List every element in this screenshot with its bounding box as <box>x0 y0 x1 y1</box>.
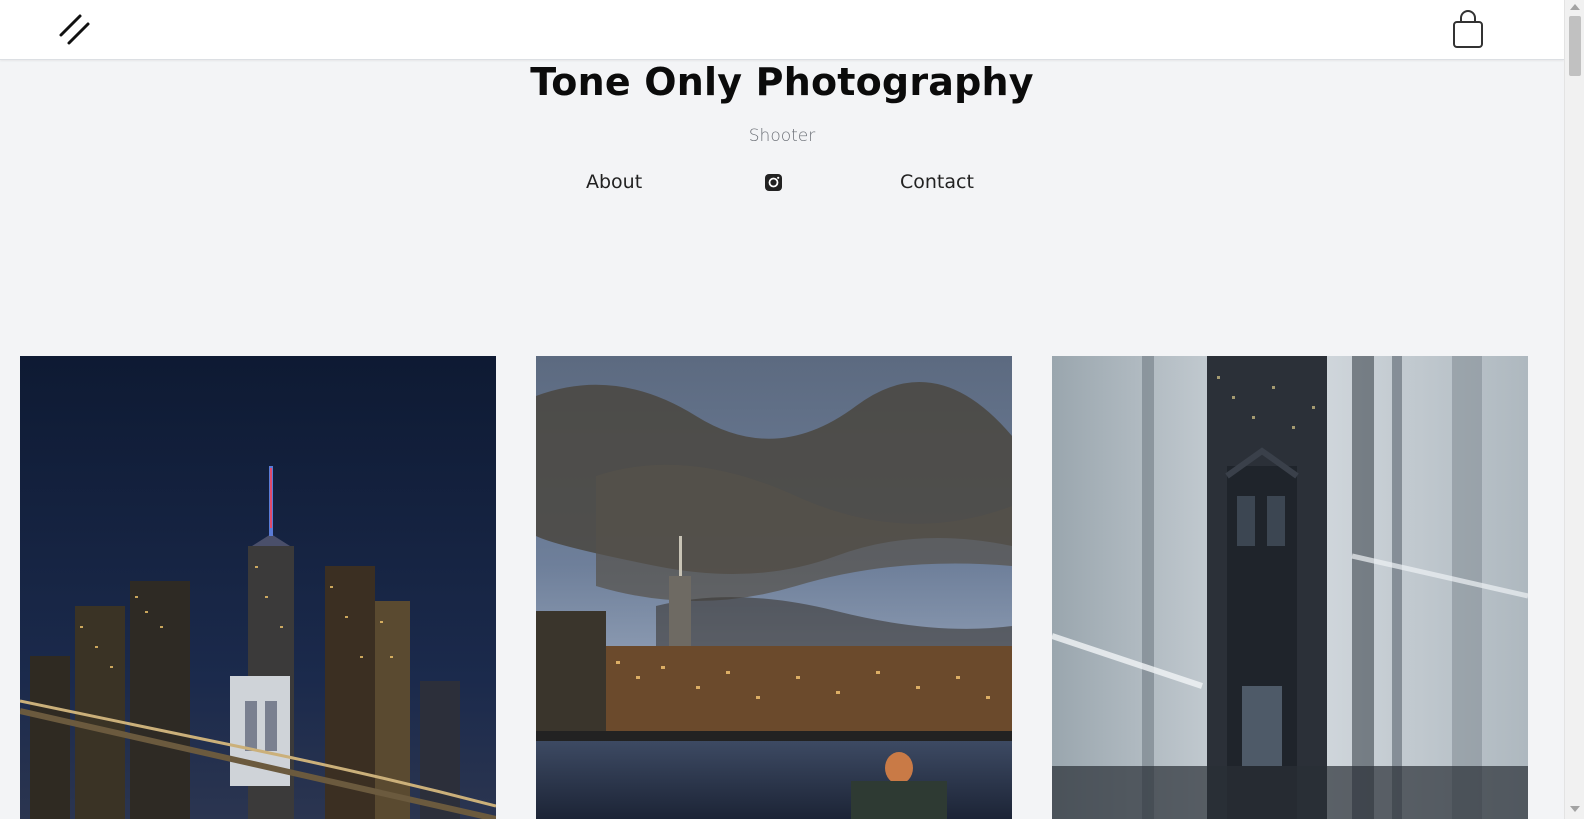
gallery-photo[interactable] <box>536 356 1012 819</box>
scroll-up-arrow-icon[interactable] <box>1570 4 1580 10</box>
scrollbar-thumb[interactable] <box>1569 16 1581 76</box>
page-subtitle: Shooter <box>748 126 816 146</box>
gallery-photo[interactable] <box>20 356 496 819</box>
instagram-icon[interactable] <box>764 173 783 192</box>
page-title: Tone Only Photography <box>530 60 1034 104</box>
dusk-skyline-image <box>536 356 1012 819</box>
main-nav: About Contact <box>0 171 1564 201</box>
night-skyline-image <box>20 356 496 819</box>
page-scrollbar[interactable] <box>1564 0 1584 819</box>
shopping-bag-icon[interactable] <box>1450 10 1486 50</box>
bridge-reflection-image <box>1052 356 1528 819</box>
nav-link-contact[interactable]: Contact <box>900 171 974 193</box>
scroll-down-arrow-icon[interactable] <box>1570 806 1580 812</box>
top-header-bar <box>0 0 1564 60</box>
nav-link-about[interactable]: About <box>586 171 642 193</box>
gallery-photo[interactable] <box>1052 356 1528 819</box>
double-slash-logo-icon[interactable] <box>58 13 92 47</box>
